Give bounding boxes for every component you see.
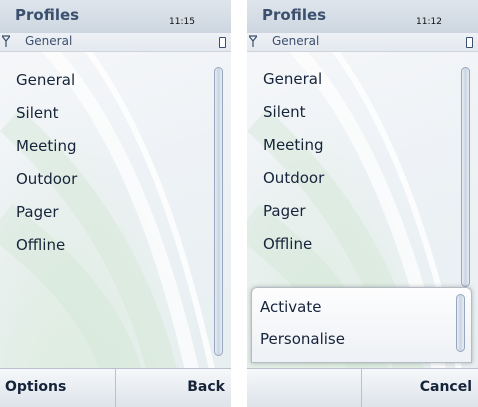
softkey-divider <box>361 369 362 407</box>
profile-item-pager[interactable]: Pager <box>0 196 210 229</box>
active-profile-label: General <box>25 34 73 48</box>
scrollbar[interactable] <box>214 67 223 356</box>
page-title: Profiles <box>15 6 80 24</box>
battery-icon <box>466 37 473 48</box>
profiles-list: General Silent Meeting Outdoor Pager Off… <box>0 64 210 262</box>
profile-item-outdoor[interactable]: Outdoor <box>0 163 210 196</box>
battery-icon <box>219 37 226 48</box>
cancel-softkey[interactable]: Cancel <box>420 379 472 395</box>
profile-item-silent[interactable]: Silent <box>0 97 210 130</box>
profile-item-offline[interactable]: Offline <box>0 229 210 262</box>
profile-item-general[interactable]: General <box>247 63 457 96</box>
profile-item-pager[interactable]: Pager <box>247 195 457 228</box>
back-softkey[interactable]: Back <box>187 379 225 395</box>
antenna-signal-icon <box>0 35 12 50</box>
phone-screen-profiles-options: Profiles 11:12 General General Silent Me… <box>247 0 478 407</box>
popup-item-personalise[interactable]: Personalise <box>260 330 345 348</box>
status-bar: General <box>0 33 231 52</box>
popup-scrollbar[interactable] <box>456 294 465 352</box>
active-profile-label: General <box>272 34 320 48</box>
softkey-bar: Cancel <box>247 368 478 407</box>
page-title: Profiles <box>262 6 327 24</box>
status-bar: General <box>247 33 478 52</box>
clock: 11:15 <box>169 17 195 27</box>
phone-screen-profiles: Profiles 11:15 General General Silent Me… <box>0 0 231 407</box>
clock: 11:12 <box>416 17 442 27</box>
scrollbar[interactable] <box>461 67 470 287</box>
title-bar: Profiles 11:12 <box>247 0 478 33</box>
options-popup-menu: Activate Personalise <box>251 287 472 363</box>
profiles-list: General Silent Meeting Outdoor Pager Off… <box>247 63 457 261</box>
profile-item-outdoor[interactable]: Outdoor <box>247 162 457 195</box>
profile-item-silent[interactable]: Silent <box>247 96 457 129</box>
profile-item-meeting[interactable]: Meeting <box>0 130 210 163</box>
popup-item-activate[interactable]: Activate <box>260 298 321 316</box>
softkey-divider <box>115 369 116 407</box>
profile-item-meeting[interactable]: Meeting <box>247 129 457 162</box>
options-softkey[interactable]: Options <box>5 379 66 395</box>
antenna-signal-icon <box>247 35 259 50</box>
softkey-bar: Options Back <box>0 368 231 407</box>
title-bar: Profiles 11:15 <box>0 0 231 33</box>
profile-item-general[interactable]: General <box>0 64 210 97</box>
profile-item-offline[interactable]: Offline <box>247 228 457 261</box>
